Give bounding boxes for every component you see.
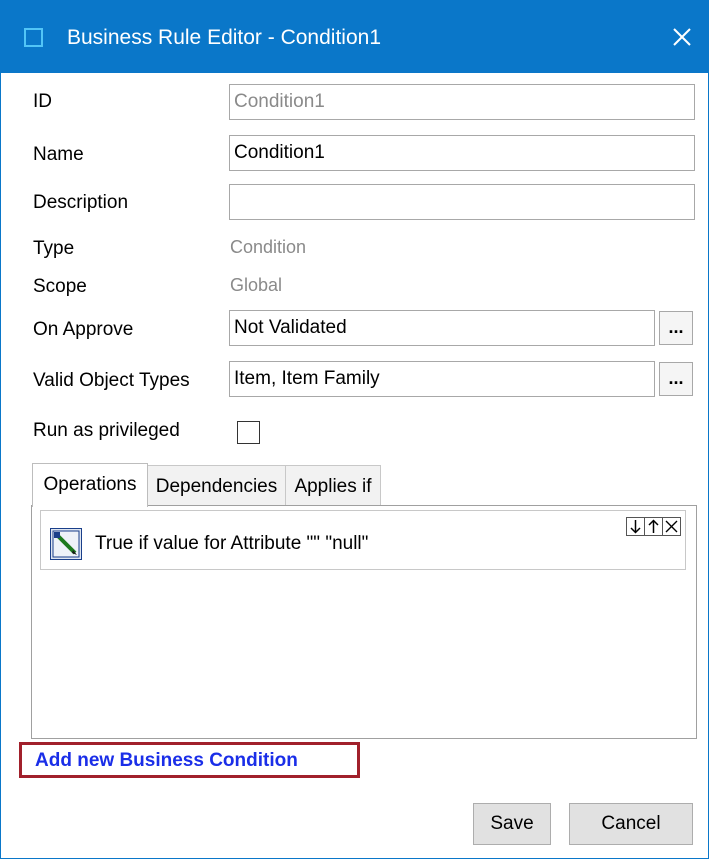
add-business-condition-link[interactable]: Add new Business Condition [35,749,298,773]
move-up-button[interactable] [644,517,663,536]
tab-applies-if[interactable]: Applies if [285,465,381,507]
run-as-privileged-checkbox[interactable] [237,421,260,444]
operation-controls [626,517,681,536]
id-field[interactable] [229,84,695,120]
valid-object-types-browse-button[interactable]: ... [659,362,693,396]
scope-value: Global [230,275,283,295]
close-icon [673,28,691,46]
window-icon [24,28,43,47]
valid-object-types-field[interactable] [229,361,655,397]
on-approve-browse-button[interactable]: ... [659,311,693,345]
close-icon [665,520,678,533]
scope-label: Scope [33,276,87,297]
remove-operation-button[interactable] [662,517,681,536]
window-title: Business Rule Editor - Condition1 [67,26,381,49]
pencil-icon [52,530,80,558]
valid-object-types-label: Valid Object Types [33,370,190,391]
tab-operations[interactable]: Operations [32,463,148,507]
add-business-condition-highlight: Add new Business Condition [19,742,360,778]
on-approve-label: On Approve [33,319,134,340]
operation-text: True if value for Attribute "" "null" [95,533,369,554]
description-label: Description [33,192,129,213]
name-label: Name [33,144,84,165]
cancel-button[interactable]: Cancel [569,803,693,845]
arrow-down-icon [630,520,641,534]
on-approve-field[interactable] [229,310,655,346]
title-bar[interactable]: Business Rule Editor - Condition1 [1,1,709,73]
name-field[interactable] [229,135,695,171]
type-label: Type [33,238,75,259]
business-rule-editor-window: Business Rule Editor - Condition1 ID Nam… [0,0,709,859]
arrow-up-icon [648,519,659,533]
operations-panel: True if value for Attribute "" "null" [31,505,697,739]
condition-editor-icon[interactable] [50,528,82,560]
run-as-privileged-label: Run as privileged [33,420,180,441]
tab-dependencies[interactable]: Dependencies [147,465,286,507]
operation-row[interactable]: True if value for Attribute "" "null" [40,510,686,570]
id-label: ID [33,91,52,112]
type-value: Condition [230,237,307,257]
close-button[interactable] [654,1,709,73]
move-down-button[interactable] [626,517,645,536]
save-button[interactable]: Save [473,803,551,845]
description-field[interactable] [229,184,695,220]
